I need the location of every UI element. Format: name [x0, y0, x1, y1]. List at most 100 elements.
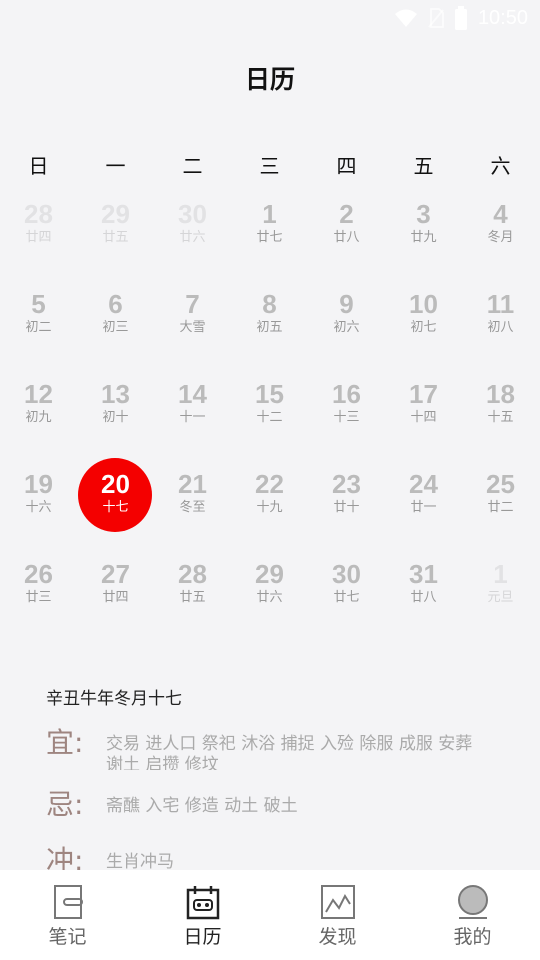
- weekday-tue: 二: [182, 154, 203, 178]
- lunar-date: 廿二: [487, 500, 514, 515]
- day-cell[interactable]: 5 初二: [0, 285, 77, 375]
- lunar-date: 廿四: [25, 230, 52, 245]
- day-cell[interactable]: 7 大雪: [154, 285, 231, 375]
- weekday-mon: 一: [105, 154, 126, 178]
- lunar-date: 十二: [256, 410, 283, 425]
- day-number: 28: [178, 559, 207, 589]
- lunar-date: 廿四: [102, 590, 129, 605]
- almanac-panel: 辛丑牛年冬月十七 宜: 交易 进人口 祭祀 沐浴 捕捉 入殓 除服 成服 安葬 …: [46, 684, 520, 877]
- day-number: 29: [101, 199, 130, 229]
- wifi-icon: [394, 9, 417, 27]
- day-number: 15: [255, 379, 284, 409]
- day-number: 9: [339, 289, 354, 319]
- tab-mine-label: 我的: [453, 926, 492, 948]
- day-cell-today[interactable]: 20 十七: [77, 458, 154, 555]
- lunar-date: 初十: [102, 410, 129, 425]
- day-cell[interactable]: 10 初七: [385, 285, 462, 375]
- lunar-date: 初九: [25, 410, 52, 425]
- day-cell[interactable]: 28 廿五: [154, 555, 231, 645]
- day-number: 10: [409, 289, 438, 319]
- tab-notes[interactable]: 笔记: [0, 870, 135, 960]
- day-number: 5: [31, 289, 46, 319]
- day-number: 11: [486, 289, 515, 319]
- day-cell[interactable]: 8 初五: [231, 285, 308, 375]
- day-cell[interactable]: 24 廿一: [385, 465, 462, 555]
- day-cell[interactable]: 30 廿七: [308, 555, 385, 645]
- weekday-thu: 四: [336, 154, 357, 178]
- yi-text: 交易 进人口 祭祀 沐浴 捕捉 入殓 除服 成服 安葬 谢土 启攒 修坟: [106, 734, 473, 770]
- day-cell[interactable]: 29 廿五: [77, 195, 154, 285]
- chart-icon: [320, 885, 355, 919]
- notebook-icon: [53, 885, 83, 919]
- lunar-date: 冬至: [179, 500, 206, 515]
- day-number: 3: [416, 199, 431, 229]
- lunar-date: 廿一: [410, 500, 437, 515]
- status-bar: 10:50: [0, 0, 540, 36]
- day-cell[interactable]: 15 十二: [231, 375, 308, 465]
- lunar-date: 初二: [25, 320, 52, 335]
- day-number: 13: [101, 379, 130, 409]
- lunar-date: 十四: [410, 410, 437, 425]
- day-number: 7: [185, 289, 200, 319]
- day-number: 18: [486, 379, 515, 409]
- tab-discover[interactable]: 发现: [270, 870, 405, 960]
- day-cell[interactable]: 1 元旦: [462, 555, 539, 645]
- day-cell[interactable]: 18 十五: [462, 375, 539, 465]
- day-number: 28: [24, 199, 53, 229]
- profile-icon: [457, 885, 488, 919]
- day-cell[interactable]: 2 廿八: [308, 195, 385, 285]
- day-number: 31: [409, 559, 438, 589]
- day-cell[interactable]: 4 冬月: [462, 195, 539, 285]
- day-cell[interactable]: 25 廿二: [462, 465, 539, 555]
- day-cell[interactable]: 6 初三: [77, 285, 154, 375]
- no-sim-icon: [428, 8, 444, 28]
- lunar-date: 十三: [333, 410, 360, 425]
- day-number: 21: [178, 469, 207, 499]
- lunar-date: 元旦: [487, 590, 514, 605]
- day-cell[interactable]: 11 初八: [462, 285, 539, 375]
- day-cell[interactable]: 28 廿四: [0, 195, 77, 285]
- day-cell[interactable]: 21 冬至: [154, 465, 231, 555]
- day-cell[interactable]: 30 廿六: [154, 195, 231, 285]
- lunar-date: 十七: [102, 500, 129, 515]
- tab-calendar-label: 日历: [183, 926, 222, 948]
- day-cell[interactable]: 19 十六: [0, 465, 77, 555]
- day-cell[interactable]: 31 廿八: [385, 555, 462, 645]
- day-cell[interactable]: 27 廿四: [77, 555, 154, 645]
- day-cell[interactable]: 1 廿七: [231, 195, 308, 285]
- lunar-date: 廿八: [333, 230, 360, 245]
- day-cell[interactable]: 17 十四: [385, 375, 462, 465]
- day-cell[interactable]: 22 十九: [231, 465, 308, 555]
- day-cell[interactable]: 23 廿十: [308, 465, 385, 555]
- tab-calendar[interactable]: 日历: [135, 870, 270, 960]
- day-cell[interactable]: 3 廿九: [385, 195, 462, 285]
- lunar-date: 廿五: [102, 230, 129, 245]
- lunar-date: 十五: [487, 410, 514, 425]
- lunar-date: 廿八: [410, 590, 437, 605]
- day-cell[interactable]: 9 初六: [308, 285, 385, 375]
- day-cell[interactable]: 26 廿三: [0, 555, 77, 645]
- day-cell[interactable]: 16 十三: [308, 375, 385, 465]
- day-number: 12: [24, 379, 53, 409]
- lunar-date: 廿六: [256, 590, 283, 605]
- calendar-grid: 28 廿四 29 廿五 30 廿六 1 廿七 2 廿八 3 廿九 4 冬月 5 初二 6 初三 7 大雪 8 初五 9 初六 1…: [0, 195, 540, 645]
- day-number: 26: [24, 559, 53, 589]
- weekday-sat: 六: [490, 154, 511, 178]
- day-number: 19: [24, 469, 53, 499]
- day-cell[interactable]: 29 廿六: [231, 555, 308, 645]
- tab-mine[interactable]: 我的: [405, 870, 540, 960]
- day-number: 8: [262, 289, 277, 319]
- day-cell[interactable]: 14 十一: [154, 375, 231, 465]
- battery-icon: [454, 6, 467, 30]
- ji-label: 忌:: [46, 788, 84, 821]
- day-number: 25: [486, 469, 515, 499]
- day-number: 27: [101, 559, 130, 589]
- lunar-date: 廿七: [333, 590, 360, 605]
- lunar-date: 廿七: [256, 230, 283, 245]
- day-cell[interactable]: 12 初九: [0, 375, 77, 465]
- day-cell[interactable]: 13 初十: [77, 375, 154, 465]
- lunar-date: 十一: [179, 410, 206, 425]
- weekday-fri: 五: [413, 154, 434, 178]
- day-number: 17: [409, 379, 438, 409]
- calendar-icon: [186, 886, 219, 920]
